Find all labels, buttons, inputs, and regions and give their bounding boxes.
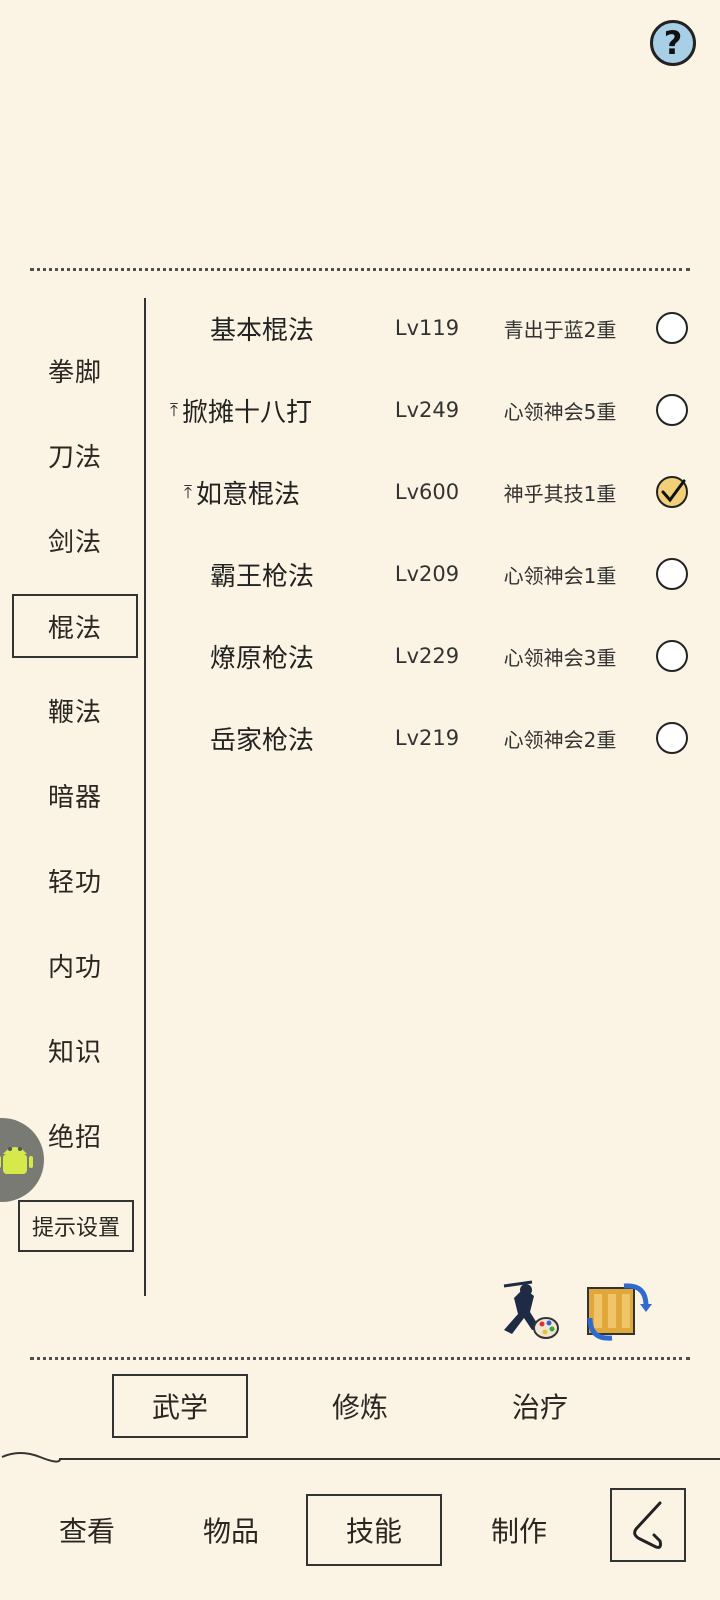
back-arrow-icon xyxy=(633,1501,662,1549)
skill-select-radio[interactable] xyxy=(656,558,688,590)
nav-zhizuo[interactable]: 制作 xyxy=(452,1494,586,1566)
tab-xiulian[interactable]: 修炼 xyxy=(292,1374,428,1438)
skill-level: Lv119 xyxy=(394,316,460,340)
upgrade-arrow-icon: ⤒ xyxy=(170,399,178,421)
scroll-swap-button[interactable] xyxy=(584,1280,654,1344)
skill-name: 基本棍法 xyxy=(210,315,315,346)
skill-rank: 神乎其技1重 xyxy=(503,481,617,506)
skill-row[interactable]: ⤒ 如意棍法 Lv600 神乎其技1重 xyxy=(160,464,700,520)
category-item-daofa[interactable]: 刀法 xyxy=(12,423,138,487)
category-item-jianfa[interactable]: 剑法 xyxy=(12,508,138,572)
category-item-quanjiao[interactable]: 拳脚 xyxy=(12,338,138,402)
skill-name: 岳家枪法 xyxy=(210,725,315,756)
skill-row[interactable]: 霸王枪法 Lv209 心领神会1重 xyxy=(160,546,700,602)
skill-level: Lv249 xyxy=(394,398,460,422)
skill-select-radio[interactable] xyxy=(656,640,688,672)
ninja-painter-button[interactable] xyxy=(494,1278,560,1346)
nav-wupin[interactable]: 物品 xyxy=(164,1494,298,1566)
skill-level: Lv600 xyxy=(394,480,460,504)
category-item-anqi[interactable]: 暗器 xyxy=(12,763,138,827)
skill-level: Lv229 xyxy=(394,644,460,668)
skill-row[interactable]: ⤒ 掀摊十八打 Lv249 心领神会5重 xyxy=(160,382,700,438)
android-icon xyxy=(0,1147,33,1174)
skill-level: Lv209 xyxy=(394,562,460,586)
skill-rank: 心领神会1重 xyxy=(503,563,617,588)
hint-settings-button[interactable]: 提示设置 xyxy=(18,1200,134,1252)
skill-rank: 心领神会2重 xyxy=(503,727,617,752)
category-item-qinggong[interactable]: 轻功 xyxy=(12,848,138,912)
checkmark-icon xyxy=(661,479,686,503)
category-item-zhishi[interactable]: 知识 xyxy=(12,1018,138,1082)
category-item-neigong[interactable]: 内功 xyxy=(12,933,138,997)
cloud-divider xyxy=(0,1450,720,1464)
skill-select-radio[interactable] xyxy=(656,394,688,426)
category-item-gunfa[interactable]: 棍法 xyxy=(12,594,138,658)
skill-rank: 心领神会3重 xyxy=(503,645,617,670)
category-item-bianfa[interactable]: 鞭法 xyxy=(12,678,138,742)
skill-name: 霸王枪法 xyxy=(210,561,315,592)
skill-level: Lv219 xyxy=(394,726,460,750)
category-divider xyxy=(144,298,146,1296)
skill-row[interactable]: 燎原枪法 Lv229 心领神会3重 xyxy=(160,628,700,684)
skill-rank: 青出于蓝2重 xyxy=(503,317,617,342)
tab-wuxue[interactable]: 武学 xyxy=(112,1374,248,1438)
skill-name: ⤒ 如意棍法 xyxy=(184,479,300,510)
tab-zhiliao[interactable]: 治疗 xyxy=(472,1374,608,1438)
nav-jineng[interactable]: 技能 xyxy=(306,1494,442,1566)
skill-rank: 心领神会5重 xyxy=(503,399,617,424)
skill-name: 燎原枪法 xyxy=(210,643,315,674)
nav-chakan[interactable]: 查看 xyxy=(20,1494,154,1566)
top-separator xyxy=(30,268,690,271)
skill-select-radio[interactable] xyxy=(656,722,688,754)
skill-row[interactable]: 基本棍法 Lv119 青出于蓝2重 xyxy=(160,300,700,356)
skill-name: ⤒ 掀摊十八打 xyxy=(170,397,312,428)
skill-select-radio[interactable] xyxy=(656,476,688,508)
help-button[interactable]: ? xyxy=(650,20,696,66)
upgrade-arrow-icon: ⤒ xyxy=(184,481,192,503)
question-mark-icon: ? xyxy=(663,24,683,62)
ninja-painter-icon xyxy=(503,1280,559,1339)
skill-row[interactable]: 岳家枪法 Lv219 心领神会2重 xyxy=(160,710,700,766)
scroll-swap-icon xyxy=(587,1283,652,1341)
skill-select-radio[interactable] xyxy=(656,312,688,344)
bottom-separator xyxy=(30,1357,690,1360)
back-button[interactable] xyxy=(610,1488,686,1562)
